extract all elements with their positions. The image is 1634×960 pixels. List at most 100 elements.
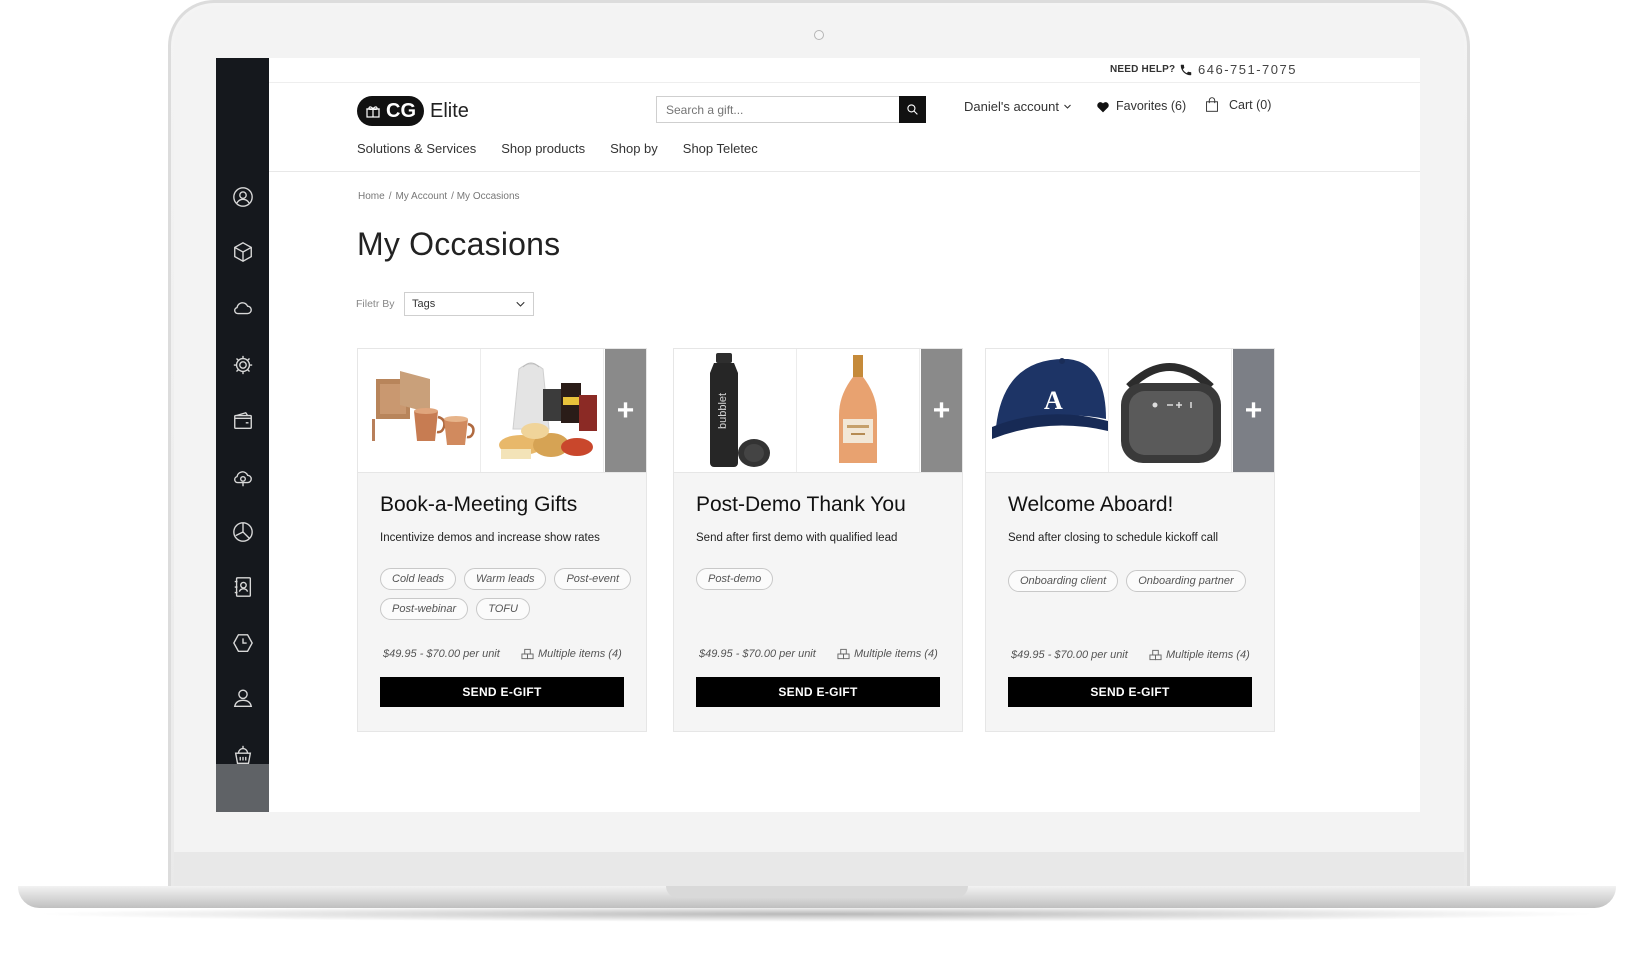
gift-icon <box>366 106 380 118</box>
occasion-card: A + Welcome Aboard! Send after closing t… <box>985 348 1275 732</box>
send-egift-button[interactable]: SEND E-GIFT <box>696 677 940 707</box>
nav-shop-products[interactable]: Shop products <box>501 141 585 156</box>
plus-icon: + <box>932 394 951 427</box>
breadcrumb-current: / My Occasions <box>451 191 520 202</box>
laptop-notch <box>666 886 968 898</box>
card-images: A + <box>986 349 1274 473</box>
card-description: Send after first demo with qualified lea… <box>696 532 898 544</box>
cloud-icon[interactable] <box>230 295 255 320</box>
price-range: $49.95 - $70.00 per unit <box>1011 649 1128 661</box>
bottle-brand-text: bubblet <box>717 393 729 429</box>
price-range: $49.95 - $70.00 per unit <box>699 648 816 660</box>
main-content: NEED HELP? 646-751-7075 CG Elite Daniel'… <box>269 58 1420 812</box>
account-menu[interactable]: Daniel's account <box>964 99 1072 114</box>
tag-chip[interactable]: Onboarding partner <box>1126 570 1246 592</box>
product-image-speaker[interactable] <box>1109 349 1232 472</box>
product-image-champagne[interactable] <box>797 349 920 472</box>
nav-shop-by[interactable]: Shop by <box>610 141 658 156</box>
chevron-down-icon <box>516 301 525 307</box>
need-help-label: NEED HELP? <box>1110 64 1176 75</box>
contacts-book-icon[interactable] <box>230 574 255 599</box>
tag-chip[interactable]: Post-demo <box>696 568 774 590</box>
page-title: My Occasions <box>357 226 561 262</box>
cloud-money-icon[interactable] <box>230 465 255 490</box>
breadcrumb-home[interactable]: Home <box>358 191 385 202</box>
favorites-link[interactable]: Favorites (6) <box>1096 99 1186 113</box>
more-images-button[interactable]: + <box>605 349 646 472</box>
gift-basket-icon[interactable] <box>230 742 255 767</box>
wallet-icon[interactable] <box>230 408 255 433</box>
filter-select[interactable]: Tags <box>404 292 534 316</box>
favorites-label: Favorites (6) <box>1116 99 1187 113</box>
screen: NEED HELP? 646-751-7075 CG Elite Daniel'… <box>216 58 1420 812</box>
phone-icon <box>1180 64 1192 76</box>
gear-icon[interactable] <box>230 352 255 377</box>
card-description: Incentivize demos and increase show rate… <box>380 532 600 544</box>
tag-chip[interactable]: Warm leads <box>463 568 547 590</box>
nav-shop-teletec[interactable]: Shop Teletec <box>683 141 758 156</box>
cart-link[interactable]: Cart (0) <box>1205 97 1271 112</box>
user-circle-icon[interactable] <box>230 184 255 209</box>
plus-icon: + <box>1244 394 1263 427</box>
item-count-label: Multiple items (4) <box>538 648 622 660</box>
logo[interactable]: CG Elite <box>357 96 469 126</box>
account-label: Daniel's account <box>964 99 1059 114</box>
cap-logo-letter: A <box>1044 386 1063 415</box>
shopping-bag-icon <box>1206 97 1218 112</box>
screen-bottom-bezel <box>174 852 1464 886</box>
heart-icon <box>1097 101 1109 112</box>
more-images-button[interactable]: + <box>921 349 962 472</box>
card-images: bubblet + <box>674 349 962 473</box>
send-egift-button[interactable]: SEND E-GIFT <box>1008 677 1252 707</box>
logo-name: Elite <box>430 99 469 122</box>
sidebar <box>216 58 269 812</box>
more-images-button[interactable]: + <box>1233 349 1274 472</box>
tag-chip[interactable]: Onboarding client <box>1008 570 1119 592</box>
nav-solutions[interactable]: Solutions & Services <box>357 141 476 156</box>
tag-chip[interactable]: Post-event <box>554 568 632 590</box>
sidebar-active-highlight <box>216 764 269 812</box>
chevron-down-icon <box>1064 104 1071 109</box>
logo-badge: CG <box>357 96 424 126</box>
header-divider <box>269 171 1420 172</box>
send-egift-button[interactable]: SEND E-GIFT <box>380 677 624 707</box>
top-bar: NEED HELP? 646-751-7075 <box>269 58 1420 83</box>
tag-chip[interactable]: Post-webinar <box>380 598 469 620</box>
search-icon <box>907 104 918 115</box>
product-image-cap[interactable]: A <box>986 349 1109 472</box>
box-icon[interactable] <box>230 239 255 264</box>
item-count: Multiple items (4) <box>1149 649 1250 661</box>
filter-selected-value: Tags <box>412 298 436 310</box>
cart-label: Cart (0) <box>1229 97 1272 112</box>
phone-number[interactable]: 646-751-7075 <box>1198 62 1297 77</box>
occasion-card: bubblet + Post-Demo Thank You Send after… <box>673 348 963 732</box>
search-button[interactable] <box>899 96 926 123</box>
card-title: Book-a-Meeting Gifts <box>380 493 578 516</box>
breadcrumb-my-account[interactable]: My Account <box>395 191 447 202</box>
price-range: $49.95 - $70.00 per unit <box>383 648 500 660</box>
breadcrumb: Home / My Account / My Occasions <box>358 191 520 202</box>
product-image-water-bottle[interactable]: bubblet <box>674 349 797 472</box>
item-count-label: Multiple items (4) <box>854 648 938 660</box>
tag-list: Cold leads Warm leads Post-event Post-we… <box>380 568 640 620</box>
boxes-icon <box>1149 649 1162 661</box>
product-image-copper-mugs[interactable] <box>358 349 481 472</box>
search-input[interactable] <box>657 97 857 122</box>
tag-list: Onboarding client Onboarding partner <box>1008 570 1268 592</box>
card-images: + <box>358 349 646 473</box>
boxes-icon <box>837 648 850 660</box>
breadcrumb-separator: / <box>388 191 392 202</box>
tag-chip[interactable]: TOFU <box>476 598 530 620</box>
tag-list: Post-demo <box>696 568 956 590</box>
logo-mark: CG <box>386 99 416 122</box>
tag-chip[interactable]: Cold leads <box>380 568 456 590</box>
person-icon[interactable] <box>230 685 255 710</box>
boxes-icon <box>521 648 534 660</box>
camera-icon <box>814 30 824 40</box>
card-title: Welcome Aboard! <box>1008 493 1174 516</box>
plus-icon: + <box>616 394 635 427</box>
clock-hexagon-icon[interactable] <box>230 630 255 655</box>
product-image-snack-bag[interactable] <box>481 349 604 472</box>
item-count: Multiple items (4) <box>837 648 938 660</box>
pie-chart-icon[interactable] <box>230 519 255 544</box>
